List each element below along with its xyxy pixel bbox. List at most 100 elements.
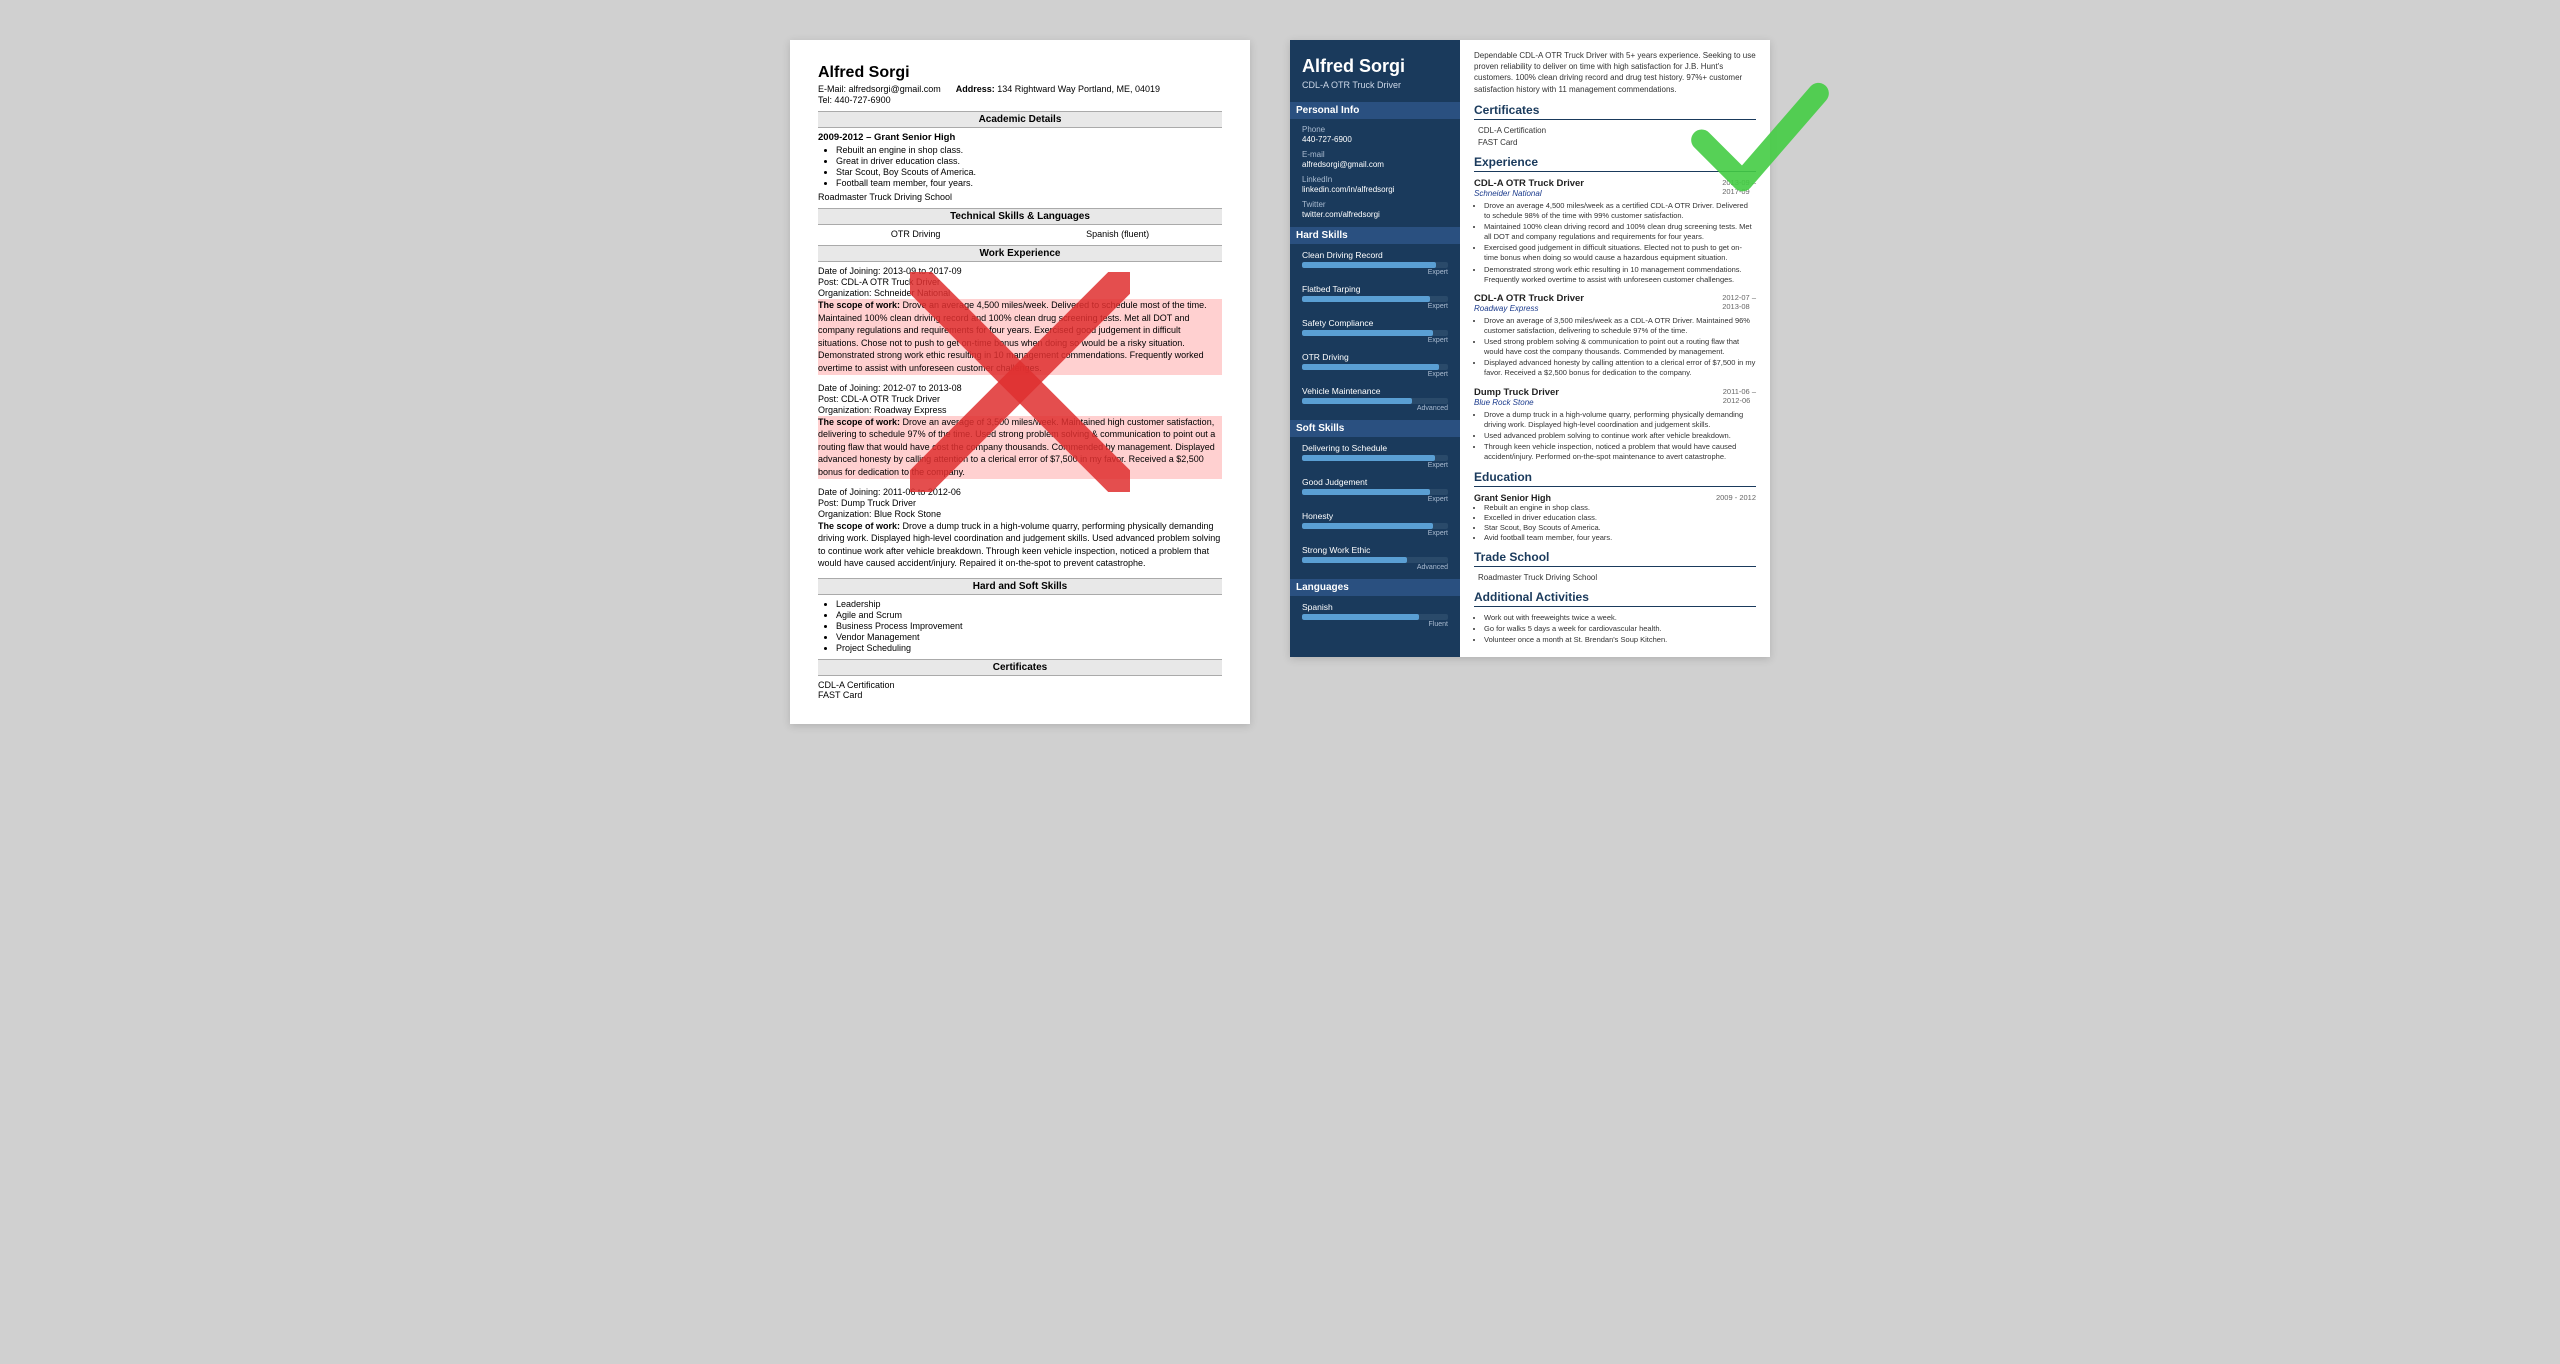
edu-entry-1: Grant Senior High 2009 - 2012 Rebuilt an… (1474, 493, 1756, 542)
list-item: Displayed advanced honesty by calling at… (1484, 358, 1756, 378)
exp-entry-3: Dump Truck Driver Blue Rock Stone 2011-0… (1474, 387, 1756, 463)
summary: Dependable CDL-A OTR Truck Driver with 5… (1474, 50, 1756, 95)
cert-right-1: CDL-A Certification (1474, 126, 1756, 135)
work-org-2: Organization: Roadway Express (818, 405, 1222, 415)
list-item: Drove an average of 3,500 miles/week as … (1484, 316, 1756, 336)
exp-date-2: 2012-07 –2013-08 (1722, 293, 1756, 311)
work-post-3: Post: Dump Truck Driver (818, 498, 1222, 508)
technical-section-title: Technical Skills & Languages (818, 208, 1222, 225)
work-scope-2: The scope of work: Drove an average of 3… (818, 416, 1222, 479)
left-contact-tel: Tel: 440-727-6900 (818, 95, 1222, 105)
work-post-1: Post: CDL-A OTR Truck Driver (818, 277, 1222, 287)
left-name: Alfred Sorgi (818, 64, 1222, 82)
languages-sidebar-title: Languages (1290, 579, 1460, 596)
exp-header-2: CDL-A OTR Truck Driver Roadway Express 2… (1474, 293, 1756, 315)
edu-date-1: 2009 - 2012 (1716, 493, 1756, 503)
linkedin-item: LinkedIn linkedin.com/in/alfredsorgi (1302, 175, 1448, 194)
skill-item: OTR Driving (891, 229, 941, 239)
exp-job-1: CDL-A OTR Truck Driver (1474, 178, 1584, 189)
work-entry-1: Date of Joining: 2013-09 to 2017-09 Post… (818, 266, 1222, 375)
work-scope-3: The scope of work: Drove a dump truck in… (818, 520, 1222, 570)
skill-flatbed: Flatbed Tarping Expert (1302, 284, 1448, 310)
email-item: E-mail alfredsorgi@gmail.com (1302, 150, 1448, 169)
exp-entry-1: CDL-A OTR Truck Driver Schneider Nationa… (1474, 178, 1756, 285)
list-item: Football team member, four years. (836, 178, 1222, 188)
cert-item-2: FAST Card (818, 690, 1222, 700)
cert-item-1: CDL-A Certification (818, 680, 1222, 690)
list-item: Leadership (836, 599, 1222, 609)
linkedin-value: linkedin.com/in/alfredsorgi (1302, 185, 1448, 194)
linkedin-label: LinkedIn (1302, 175, 1448, 184)
right-name: Alfred Sorgi (1302, 56, 1448, 78)
school-name: 2009-2012 – Grant Senior High (818, 132, 1222, 143)
edu-bullets-1: Rebuilt an engine in shop class. Excelle… (1474, 503, 1756, 542)
work-date-1: Date of Joining: 2013-09 to 2017-09 (818, 266, 1222, 276)
phone-value: 440-727-6900 (1302, 135, 1448, 144)
list-item: Star Scout, Boy Scouts of America. (1484, 523, 1756, 532)
certs-section-title-left: Certificates (818, 659, 1222, 676)
exp-date-3: 2011-06 –2012-06 (1723, 387, 1756, 405)
right-resume: Alfred Sorgi CDL-A OTR Truck Driver Pers… (1290, 40, 1770, 657)
list-item: Rebuilt an engine in shop class. (1484, 503, 1756, 512)
certs-title-right: Certificates (1474, 103, 1756, 120)
skill-spanish: Spanish Fluent (1302, 602, 1448, 628)
list-item: Used strong problem solving & communicat… (1484, 337, 1756, 357)
email-label: E-mail (1302, 150, 1448, 159)
exp-company-2: Roadway Express (1474, 304, 1584, 313)
cert-right-2: FAST Card (1474, 138, 1756, 147)
phone-label: Phone (1302, 125, 1448, 134)
phone-item: Phone 440-727-6900 (1302, 125, 1448, 144)
soft-skills-sidebar-title: Soft Skills (1290, 420, 1460, 437)
skills-grid: OTR Driving Spanish (fluent) (818, 229, 1222, 239)
email-value: alfredsorgi@gmail.com (1302, 160, 1448, 169)
education-title: Education (1474, 470, 1756, 487)
exp-date-1: 2013-09 –2017-09 (1722, 178, 1756, 196)
trade-school-title: Trade School (1474, 550, 1756, 567)
exp-header-1: CDL-A OTR Truck Driver Schneider Nationa… (1474, 178, 1756, 200)
list-item: Rebuilt an engine in shop class. (836, 145, 1222, 155)
hard-soft-bullets: Leadership Agile and Scrum Business Proc… (818, 599, 1222, 653)
academic-bullets: Rebuilt an engine in shop class. Great i… (818, 145, 1222, 188)
personal-info-title: Personal Info (1290, 102, 1460, 119)
twitter-value: twitter.com/alfredsorgi (1302, 210, 1448, 219)
activities-list: Work out with freeweights twice a week. … (1474, 613, 1756, 645)
exp-job-2: CDL-A OTR Truck Driver (1474, 293, 1584, 304)
skill-otr: OTR Driving Expert (1302, 352, 1448, 378)
list-item: Volunteer once a month at St. Brendan's … (1484, 635, 1756, 645)
list-item: Through keen vehicle inspection, noticed… (1484, 442, 1756, 462)
trade-school-value: Roadmaster Truck Driving School (1474, 573, 1756, 582)
work-section-title: Work Experience (818, 245, 1222, 262)
skill-clean-driving: Clean Driving Record Expert (1302, 250, 1448, 276)
main-content: Dependable CDL-A OTR Truck Driver with 5… (1460, 40, 1770, 657)
skill-safety: Safety Compliance Expert (1302, 318, 1448, 344)
work-org-1: Organization: Schneider National (818, 288, 1222, 298)
twitter-label: Twitter (1302, 200, 1448, 209)
exp-company-3: Blue Rock Stone (1474, 398, 1559, 407)
list-item: Star Scout, Boy Scouts of America. (836, 167, 1222, 177)
hard-skills-sidebar-title: Hard Skills (1290, 227, 1460, 244)
twitter-item: Twitter twitter.com/alfredsorgi (1302, 200, 1448, 219)
academic-section-title: Academic Details (818, 111, 1222, 128)
work-scope-1: The scope of work: Drove an average 4,50… (818, 299, 1222, 375)
exp-header-3: Dump Truck Driver Blue Rock Stone 2011-0… (1474, 387, 1756, 409)
list-item: Drove a dump truck in a high-volume quar… (1484, 410, 1756, 430)
right-title: CDL-A OTR Truck Driver (1302, 80, 1448, 90)
work-date-2: Date of Joining: 2012-07 to 2013-08 (818, 383, 1222, 393)
list-item: Business Process Improvement (836, 621, 1222, 631)
exp-bullets-2: Drove an average of 3,500 miles/week as … (1474, 316, 1756, 379)
edu-school-1: Grant Senior High (1474, 493, 1551, 503)
work-entry-3: Date of Joining: 2011-06 to 2012-06 Post… (818, 487, 1222, 570)
left-contact-email: E-Mail: alfredsorgi@gmail.com Address: 1… (818, 84, 1222, 94)
list-item: Go for walks 5 days a week for cardiovas… (1484, 624, 1756, 634)
exp-company-1: Schneider National (1474, 189, 1584, 198)
list-item: Avid football team member, four years. (1484, 533, 1756, 542)
list-item: Agile and Scrum (836, 610, 1222, 620)
left-resume: Alfred Sorgi E-Mail: alfredsorgi@gmail.c… (790, 40, 1250, 724)
list-item: Drove an average 4,500 miles/week as a c… (1484, 201, 1756, 221)
list-item: Demonstrated strong work ethic resulting… (1484, 265, 1756, 285)
edu-header-1: Grant Senior High 2009 - 2012 (1474, 493, 1756, 503)
exp-entry-2: CDL-A OTR Truck Driver Roadway Express 2… (1474, 293, 1756, 379)
list-item: Great in driver education class. (836, 156, 1222, 166)
exp-bullets-3: Drove a dump truck in a high-volume quar… (1474, 410, 1756, 463)
work-entry-2: Date of Joining: 2012-07 to 2013-08 Post… (818, 383, 1222, 479)
